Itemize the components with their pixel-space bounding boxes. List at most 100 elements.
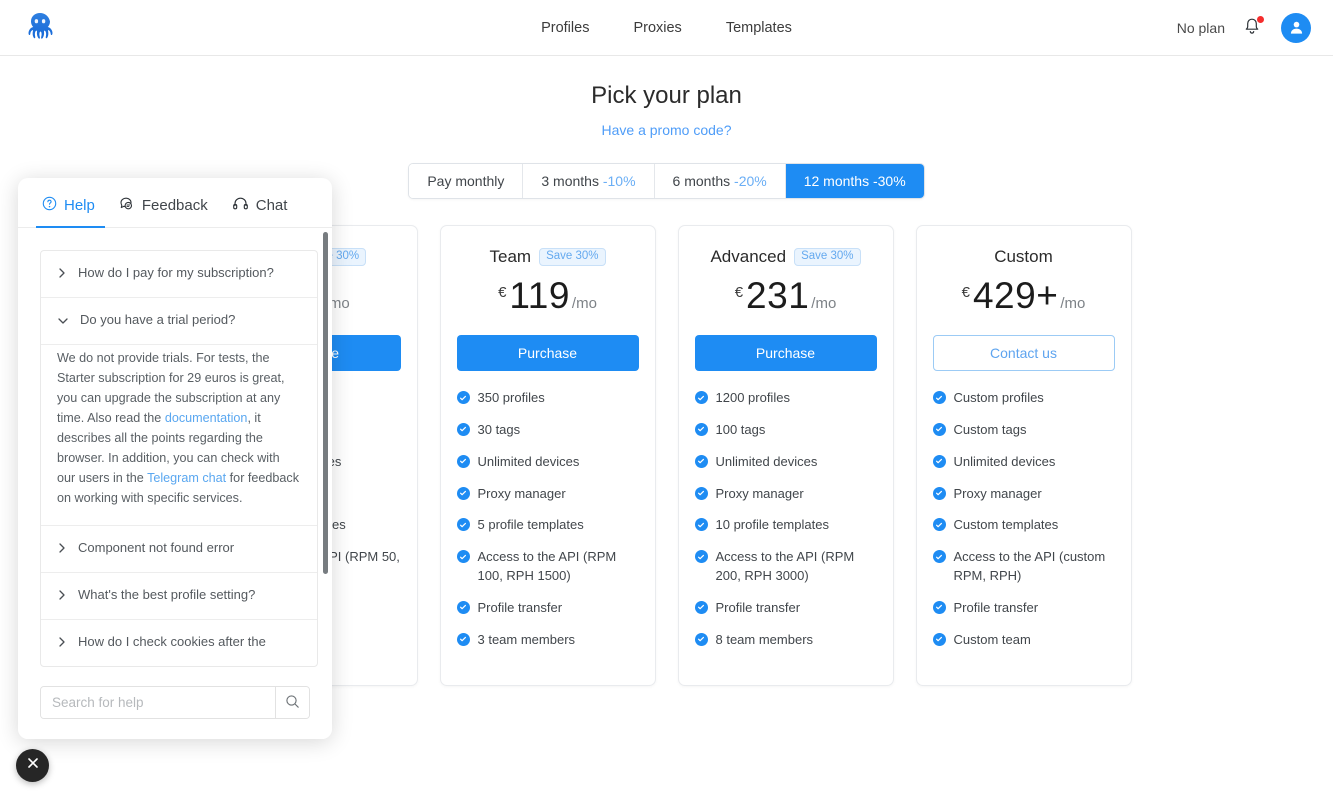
check-circle-icon <box>694 454 708 468</box>
feature-label: 30 tags <box>477 421 521 437</box>
feature-item: 30 tags <box>456 421 639 440</box>
check-circle-icon <box>932 486 946 500</box>
feature-item: Unlimited devices <box>456 453 639 472</box>
feature-label: Unlimited devices <box>953 453 1056 469</box>
nav-item-profiles[interactable]: Profiles <box>539 16 591 40</box>
notification-dot <box>1257 15 1264 23</box>
faq-question[interactable]: How do I pay for my subscription? <box>41 251 317 299</box>
feature-label: 10 profile templates <box>715 517 829 533</box>
chat-bubble-icon <box>119 196 135 215</box>
plan-price: €231/mo <box>695 275 877 321</box>
search-input[interactable] <box>41 687 275 718</box>
nav-item-templates[interactable]: Templates <box>724 16 794 40</box>
billing-option-6-months[interactable]: 6 months -20% <box>654 164 786 198</box>
faq-question-label: How do I check cookies after the <box>78 633 266 649</box>
user-avatar-icon[interactable] <box>1281 12 1311 43</box>
documentation-link[interactable]: documentation <box>165 411 248 425</box>
billing-option-12-months[interactable]: 12 months -30% <box>785 164 924 198</box>
check-circle-icon <box>694 632 708 646</box>
promo-code-link[interactable]: Have a promo code? <box>0 122 1333 138</box>
check-circle-icon <box>694 600 708 614</box>
faq-question-label: Component not found error <box>78 539 235 555</box>
feature-label: Profile transfer <box>477 599 563 615</box>
feature-item: 10 profile templates <box>694 516 877 535</box>
feature-label: 8 team members <box>715 631 814 647</box>
chevron-right-icon <box>57 635 67 653</box>
purchase-button[interactable]: Purchase <box>694 335 877 371</box>
contact-us-button[interactable]: Contact us <box>932 335 1115 371</box>
tab-chat[interactable]: Chat <box>226 192 298 228</box>
feature-item: Profile transfer <box>456 599 639 618</box>
check-circle-icon <box>694 550 708 564</box>
check-circle-icon <box>456 518 470 532</box>
save-badge: Save 30% <box>794 247 861 267</box>
billing-option-discount: -10% <box>602 173 636 189</box>
save-badge: Save 30% <box>539 247 606 267</box>
check-circle-icon <box>694 422 708 436</box>
check-circle-icon <box>456 550 470 564</box>
faq-question[interactable]: Component not found error <box>41 526 317 573</box>
billing-option-label: 12 months <box>803 173 870 189</box>
feature-list: Custom profiles Custom tags Unlimited devi… <box>932 389 1115 650</box>
check-circle-icon <box>932 600 946 614</box>
feature-label: Access to the API (RPM 200, RPH 3000) <box>715 549 855 584</box>
feature-label: 100 tags <box>715 421 766 437</box>
feature-label: Custom team <box>953 631 1031 647</box>
feature-item: 100 tags <box>694 421 877 440</box>
help-widget-tabs: Help Feedback Chat <box>18 178 332 228</box>
search-box <box>40 686 310 719</box>
headset-icon <box>232 196 249 215</box>
tab-feedback[interactable]: Feedback <box>113 192 218 228</box>
check-circle-icon <box>932 518 946 532</box>
close-widget-button[interactable] <box>16 749 49 782</box>
price-period: /mo <box>1060 295 1086 312</box>
pricing-card-team: Team Save 30% €119/mo Purchase 350 profiles 3… <box>439 225 656 686</box>
chevron-right-icon <box>57 588 67 606</box>
feature-label: Unlimited devices <box>477 453 580 469</box>
feature-item: Custom team <box>932 631 1115 650</box>
check-circle-icon <box>694 486 708 500</box>
page-title: Pick your plan <box>591 82 742 109</box>
billing-option-3-months[interactable]: 3 months -10% <box>523 164 655 198</box>
faq-question[interactable]: What's the best profile setting? <box>41 573 317 620</box>
faq-question-label: What's the best profile setting? <box>78 586 256 602</box>
check-circle-icon <box>694 391 708 404</box>
feature-item: Unlimited devices <box>932 453 1115 472</box>
billing-option-pay-monthly[interactable]: Pay monthly <box>409 164 524 198</box>
notification-bell-icon[interactable] <box>1243 15 1264 39</box>
nav-item-proxies[interactable]: Proxies <box>631 16 683 40</box>
telegram-chat-link[interactable]: Telegram chat <box>147 471 226 485</box>
feature-label: Unlimited devices <box>715 453 818 469</box>
feature-item: Custom tags <box>932 421 1115 440</box>
feature-item: Unlimited devices <box>694 453 877 472</box>
feature-item: Access to the API (custom RPM, RPH) <box>932 548 1115 586</box>
faq-question[interactable]: Do you have a trial period? <box>41 298 317 346</box>
faq-list: How do I pay for my subscription? Do you … <box>40 250 318 668</box>
chevron-right-icon <box>57 541 67 559</box>
feature-item: Profile transfer <box>932 599 1115 618</box>
check-circle-icon <box>932 632 946 646</box>
feature-item: 3 team members <box>456 631 639 650</box>
faq-question-label: How do I pay for my subscription? <box>78 265 274 280</box>
question-circle-icon <box>42 196 57 215</box>
faq-scrollbar[interactable] <box>323 232 328 574</box>
plan-header: Advanced Save 30% <box>695 246 877 268</box>
feature-label: 3 team members <box>477 631 576 647</box>
app-header: Profiles Proxies Templates No plan <box>0 0 1333 56</box>
tab-help[interactable]: Help <box>36 192 105 228</box>
feature-item: 8 team members <box>694 631 877 650</box>
billing-option-discount: -30% <box>872 173 906 189</box>
check-circle-icon <box>694 518 708 532</box>
feature-label: 1200 profiles <box>715 390 790 405</box>
pricing-card-advanced: Advanced Save 30% €231/mo Purchase 1200 prof… <box>677 225 894 686</box>
search-button[interactable] <box>275 687 309 718</box>
faq-question[interactable]: How do I check cookies after the <box>41 620 317 666</box>
plan-name: Custom <box>994 247 1053 266</box>
feature-label: 5 profile templates <box>477 517 584 533</box>
pricing-card-custom: Custom €429+/mo Contact us Custom profiles C… <box>915 225 1132 686</box>
purchase-button[interactable]: Purchase <box>456 335 639 371</box>
check-circle-icon <box>456 632 470 646</box>
feature-label: 350 profiles <box>477 390 545 405</box>
price-period: /mo <box>811 295 837 312</box>
feature-list: 1200 profiles 100 tags Unlimited devices Pr… <box>694 389 877 650</box>
